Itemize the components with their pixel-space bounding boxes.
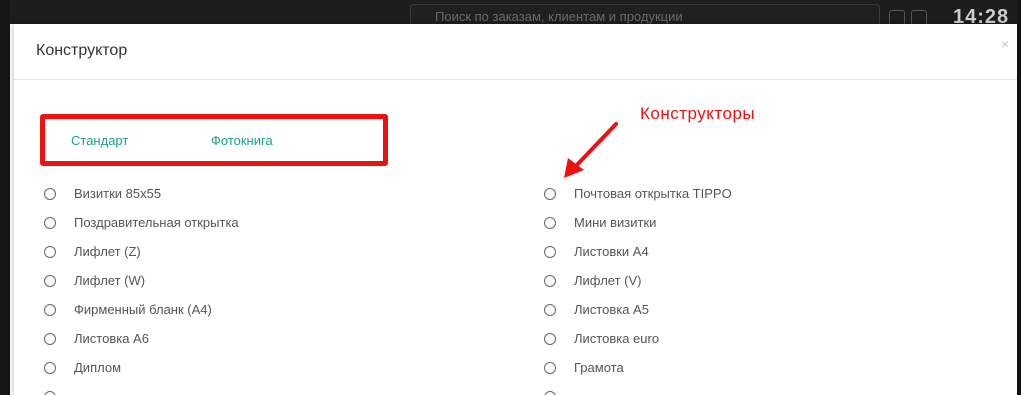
option-label: Почтовая открытка TIPPO (574, 186, 732, 201)
modal-title: Конструктор (36, 42, 128, 59)
screen: Поиск по заказам, клиентам и продукции 1… (0, 0, 1021, 395)
options-column-left: Визитки 85х55 Поздравительная открытка Л… (44, 179, 239, 395)
constructor-tabs: Стандарт Фотокнига (40, 114, 388, 166)
option-partially-visible[interactable] (544, 382, 732, 395)
option-label: Визитки 85х55 (74, 186, 162, 201)
option-label: Листовка euro (574, 331, 660, 346)
option-vizitki-85x55[interactable]: Визитки 85х55 (44, 179, 239, 208)
radio-icon[interactable] (44, 187, 56, 200)
option-flyers-a4[interactable]: Листовки А4 (544, 237, 732, 266)
annotation-arrow-icon (564, 122, 618, 178)
background-search-input: Поиск по заказам, клиентам и продукции (410, 4, 880, 26)
option-label: Грамота (574, 360, 624, 375)
option-partially-visible[interactable] (44, 382, 239, 395)
option-postcard-tippo[interactable]: Почтовая открытка TIPPO (544, 179, 732, 208)
option-label: Лифлет (Z) (74, 244, 141, 259)
radio-icon[interactable] (544, 216, 556, 229)
radio-icon[interactable] (544, 187, 556, 200)
radio-icon[interactable] (44, 390, 56, 395)
radio-icon[interactable] (44, 274, 56, 287)
radio-icon[interactable] (544, 303, 556, 316)
option-leaflet-w[interactable]: Лифлет (W) (44, 266, 239, 295)
option-label: Поздравительная открытка (74, 215, 239, 230)
radio-icon[interactable] (44, 361, 56, 374)
close-icon[interactable]: × (1001, 36, 1009, 52)
tab-standard[interactable]: Стандарт (71, 133, 128, 148)
option-leaflet-z[interactable]: Лифлет (Z) (44, 237, 239, 266)
option-label: Листовки А4 (574, 244, 649, 259)
background-clock: 14:28 (953, 6, 1010, 24)
option-leaflet-v[interactable]: Лифлет (V) (544, 266, 732, 295)
radio-icon[interactable] (44, 216, 56, 229)
app-left-background (0, 0, 10, 395)
option-mini-cards[interactable]: Мини визитки (544, 208, 732, 237)
option-flyer-a5[interactable]: Листовка А5 (544, 295, 732, 324)
radio-icon[interactable] (544, 274, 556, 287)
option-diploma[interactable]: Диплом (44, 353, 239, 382)
radio-icon[interactable] (44, 303, 56, 316)
option-label: Лифлет (W) (74, 273, 146, 288)
option-label: Листовка А5 (574, 302, 649, 317)
radio-icon[interactable] (544, 390, 556, 395)
option-label: Диплом (74, 360, 122, 375)
radio-icon[interactable] (544, 361, 556, 374)
option-greeting-card[interactable]: Поздравительная открытка (44, 208, 239, 237)
annotation-label: Конструкторы (640, 104, 756, 123)
options-column-right: Почтовая открытка TIPPO Мини визитки Лис… (544, 179, 732, 395)
modal-header: Конструктор × (14, 24, 1017, 80)
option-label: Фирменный бланк (А4) (74, 302, 212, 317)
radio-icon[interactable] (544, 332, 556, 345)
option-label: Листовка А6 (74, 331, 149, 346)
option-certificate[interactable]: Грамота (544, 353, 732, 382)
option-flyer-euro[interactable]: Листовка euro (544, 324, 732, 353)
tab-photobook[interactable]: Фотокнига (211, 133, 273, 148)
option-flyer-a6[interactable]: Листовка А6 (44, 324, 239, 353)
radio-icon[interactable] (44, 245, 56, 258)
app-right-background (1017, 0, 1021, 395)
radio-icon[interactable] (544, 245, 556, 258)
option-label: Лифлет (V) (574, 273, 642, 288)
radio-icon[interactable] (44, 332, 56, 345)
constructor-modal: Конструктор × Стандарт Фотокнига Констру… (14, 24, 1017, 395)
option-label: Мини визитки (574, 215, 657, 230)
option-letterhead-a4[interactable]: Фирменный бланк (А4) (44, 295, 239, 324)
